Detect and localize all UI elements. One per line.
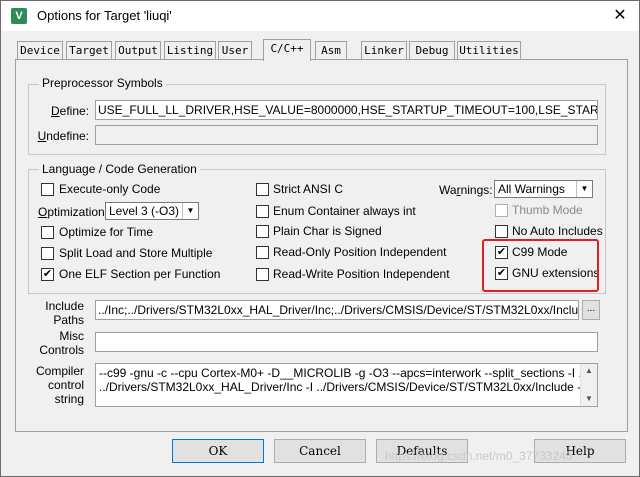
undefine-label: Undefine: [37,129,89,143]
plain-char-checkbox[interactable] [256,225,269,238]
misc-controls-label-line1: Misc [59,329,84,343]
optimization-value: Level 3 (-O3) [109,204,180,218]
define-label: Define: [50,104,89,118]
strict-ansi-checkbox[interactable] [256,183,269,196]
tab-cpp[interactable]: C/C++ [263,39,311,61]
cancel-button[interactable]: Cancel [274,439,366,463]
tab-utilities[interactable]: Utilities [457,41,521,60]
tab-device[interactable]: Device [17,41,63,60]
tab-target[interactable]: Target [66,41,112,60]
include-paths-label: Include Paths [31,299,84,327]
one-elf-checkbox[interactable]: ✔ [41,268,54,281]
execute-only-label: Execute-only Code [59,182,161,196]
warnings-label: Warnings: [439,183,493,197]
thumb-mode-label: Thumb Mode [512,203,583,217]
title-bar: V Options for Target 'liuqi' ✕ [1,1,639,31]
compiler-string-label-line2: control [47,378,84,392]
window-title: Options for Target 'liuqi' [37,8,172,23]
one-elf-label: One ELF Section per Function [59,267,221,281]
close-button[interactable]: ✕ [601,1,639,31]
chevron-down-icon: ▼ [182,203,198,219]
red-highlight-box [482,239,599,292]
ok-button[interactable]: OK [172,439,264,463]
optimize-time-checkbox[interactable] [41,226,54,239]
no-auto-includes-label: No Auto Includes [512,224,603,238]
misc-controls-label: Misc Controls [31,329,84,357]
no-auto-includes-checkbox[interactable] [495,225,508,238]
plain-char-label: Plain Char is Signed [273,224,382,238]
preprocessor-group-title: Preprocessor Symbols [39,76,166,90]
compiler-string-line1: --c99 -gnu -c --cpu Cortex-M0+ -D__MICRO… [99,366,598,380]
include-paths-label-line1: Include [45,299,84,313]
include-paths-browse-button[interactable]: ... [582,300,600,320]
codegen-group-title: Language / Code Generation [39,162,200,176]
misc-controls-label-line2: Controls [39,343,84,357]
tab-debug[interactable]: Debug [409,41,455,60]
optimization-label: Optimization: [38,205,109,219]
ro-pi-checkbox[interactable] [256,246,269,259]
scroll-down-icon[interactable]: ▼ [581,392,597,406]
define-field[interactable]: USE_FULL_LL_DRIVER,HSE_VALUE=8000000,HSE… [95,100,598,120]
tab-user[interactable]: User [218,41,252,60]
compiler-string-label: Compiler control string [31,364,84,406]
include-paths-label-line2: Paths [53,313,84,327]
rw-pi-checkbox[interactable] [256,268,269,281]
undefine-field[interactable] [95,125,598,145]
uvision-icon: V [11,8,27,24]
strict-ansi-label: Strict ANSI C [273,182,344,196]
chevron-down-icon: ▼ [576,181,592,197]
compiler-string-scrollbar[interactable]: ▲ ▼ [580,364,597,406]
warnings-value: All Warnings [498,182,565,196]
options-dialog: V Options for Target 'liuqi' ✕ Device Ta… [0,0,640,477]
compiler-string-label-line1: Compiler [35,364,84,378]
scroll-up-icon[interactable]: ▲ [581,364,597,378]
misc-controls-field[interactable] [95,332,598,352]
thumb-mode-checkbox [495,204,508,217]
ro-pi-label: Read-Only Position Independent [273,245,447,259]
warnings-select[interactable]: All Warnings ▼ [494,180,593,198]
split-load-checkbox[interactable] [41,247,54,260]
compiler-string-label-line3: string [54,392,84,406]
tab-output[interactable]: Output [115,41,161,60]
optimize-time-label: Optimize for Time [59,225,154,239]
execute-only-checkbox[interactable] [41,183,54,196]
include-paths-field[interactable]: ../Inc;../Drivers/STM32L0xx_HAL_Driver/I… [95,300,579,320]
tab-linker[interactable]: Linker [361,41,407,60]
split-load-label: Split Load and Store Multiple [59,246,213,260]
compiler-string-line2: ../Drivers/STM32L0xx_HAL_Driver/Inc -I .… [99,380,585,394]
tab-asm[interactable]: Asm [315,41,347,60]
enum-container-checkbox[interactable] [256,205,269,218]
tab-listing[interactable]: Listing [164,41,216,60]
compiler-string-textarea[interactable]: --c99 -gnu -c --cpu Cortex-M0+ -D__MICRO… [95,363,598,407]
watermark: https://blog.csdn.net/m0_37733245 [385,449,573,463]
rw-pi-label: Read-Write Position Independent [273,267,450,281]
optimization-select[interactable]: Level 3 (-O3) ▼ [105,202,199,220]
enum-container-label: Enum Container always int [273,204,416,218]
